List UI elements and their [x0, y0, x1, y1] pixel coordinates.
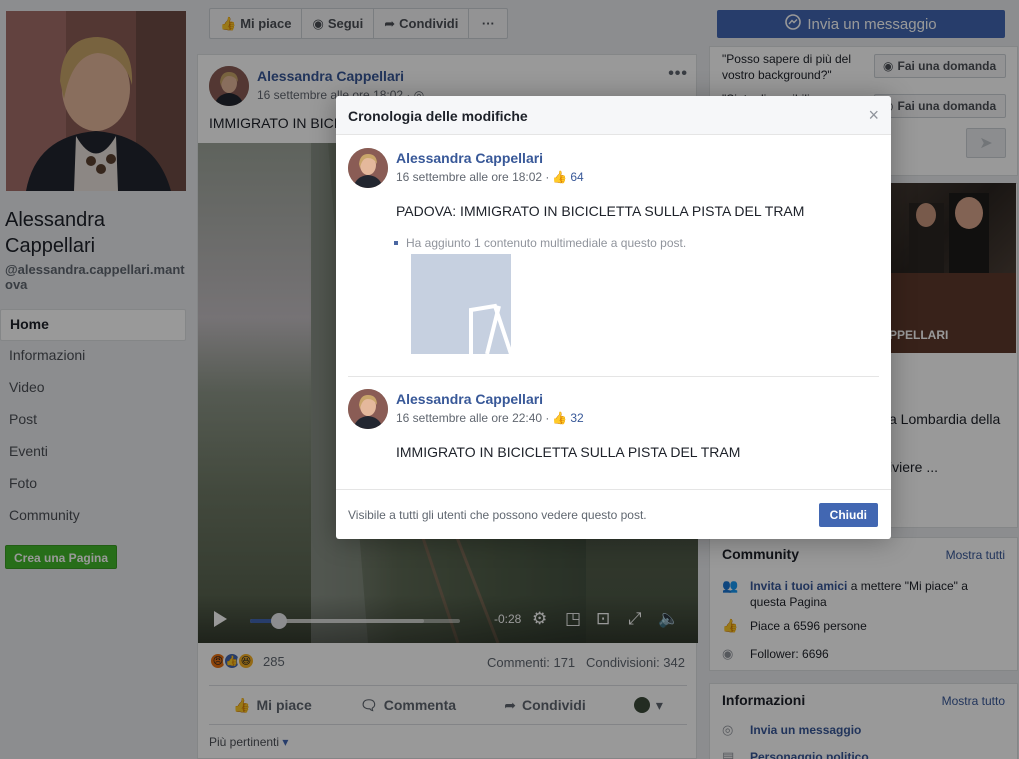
dialog-header: Cronologia delle modifiche ×	[336, 96, 891, 135]
revision-divider	[348, 376, 879, 377]
revision-text: IMMIGRATO IN BICICLETTA SULLA PISTA DEL …	[396, 444, 741, 460]
revision-item: Alessandra Cappellari 16 settembre alle …	[348, 389, 879, 469]
revision-change-note: Ha aggiunto 1 contenuto multimediale a q…	[394, 236, 686, 250]
dialog-title: Cronologia delle modifiche	[348, 108, 528, 124]
revision-likes[interactable]: 32	[570, 411, 583, 425]
revision-date[interactable]: 16 settembre alle ore 22:40 ·	[396, 411, 549, 425]
dialog-footer: Visibile a tutti gli utenti che possono …	[336, 489, 891, 539]
close-button[interactable]: Chiudi	[818, 503, 878, 527]
revision-item: Alessandra Cappellari 16 settembre alle …	[348, 148, 879, 368]
revision-date[interactable]: 16 settembre alle ore 18:02 ·	[396, 170, 549, 184]
revision-author-avatar[interactable]	[348, 389, 388, 429]
revision-meta: 16 settembre alle ore 18:02 · 👍 64	[396, 170, 584, 184]
revision-author-avatar[interactable]	[348, 148, 388, 188]
revision-meta: 16 settembre alle ore 22:40 · 👍 32	[396, 411, 584, 425]
image-placeholder-icon	[411, 254, 511, 354]
media-thumbnail[interactable]	[411, 254, 511, 354]
revision-likes[interactable]: 64	[570, 170, 583, 184]
revision-author-name[interactable]: Alessandra Cappellari	[396, 150, 543, 166]
thumbs-up-icon: 👍	[552, 411, 568, 425]
edit-history-dialog: Cronologia delle modifiche × Alessandra …	[336, 96, 891, 539]
revision-text: PADOVA: IMMIGRATO IN BICICLETTA SULLA PI…	[396, 203, 805, 219]
close-icon[interactable]: ×	[868, 106, 879, 124]
visibility-note: Visibile a tutti gli utenti che possono …	[348, 508, 647, 522]
revision-author-name[interactable]: Alessandra Cappellari	[396, 391, 543, 407]
thumbs-up-icon: 👍	[552, 170, 568, 184]
